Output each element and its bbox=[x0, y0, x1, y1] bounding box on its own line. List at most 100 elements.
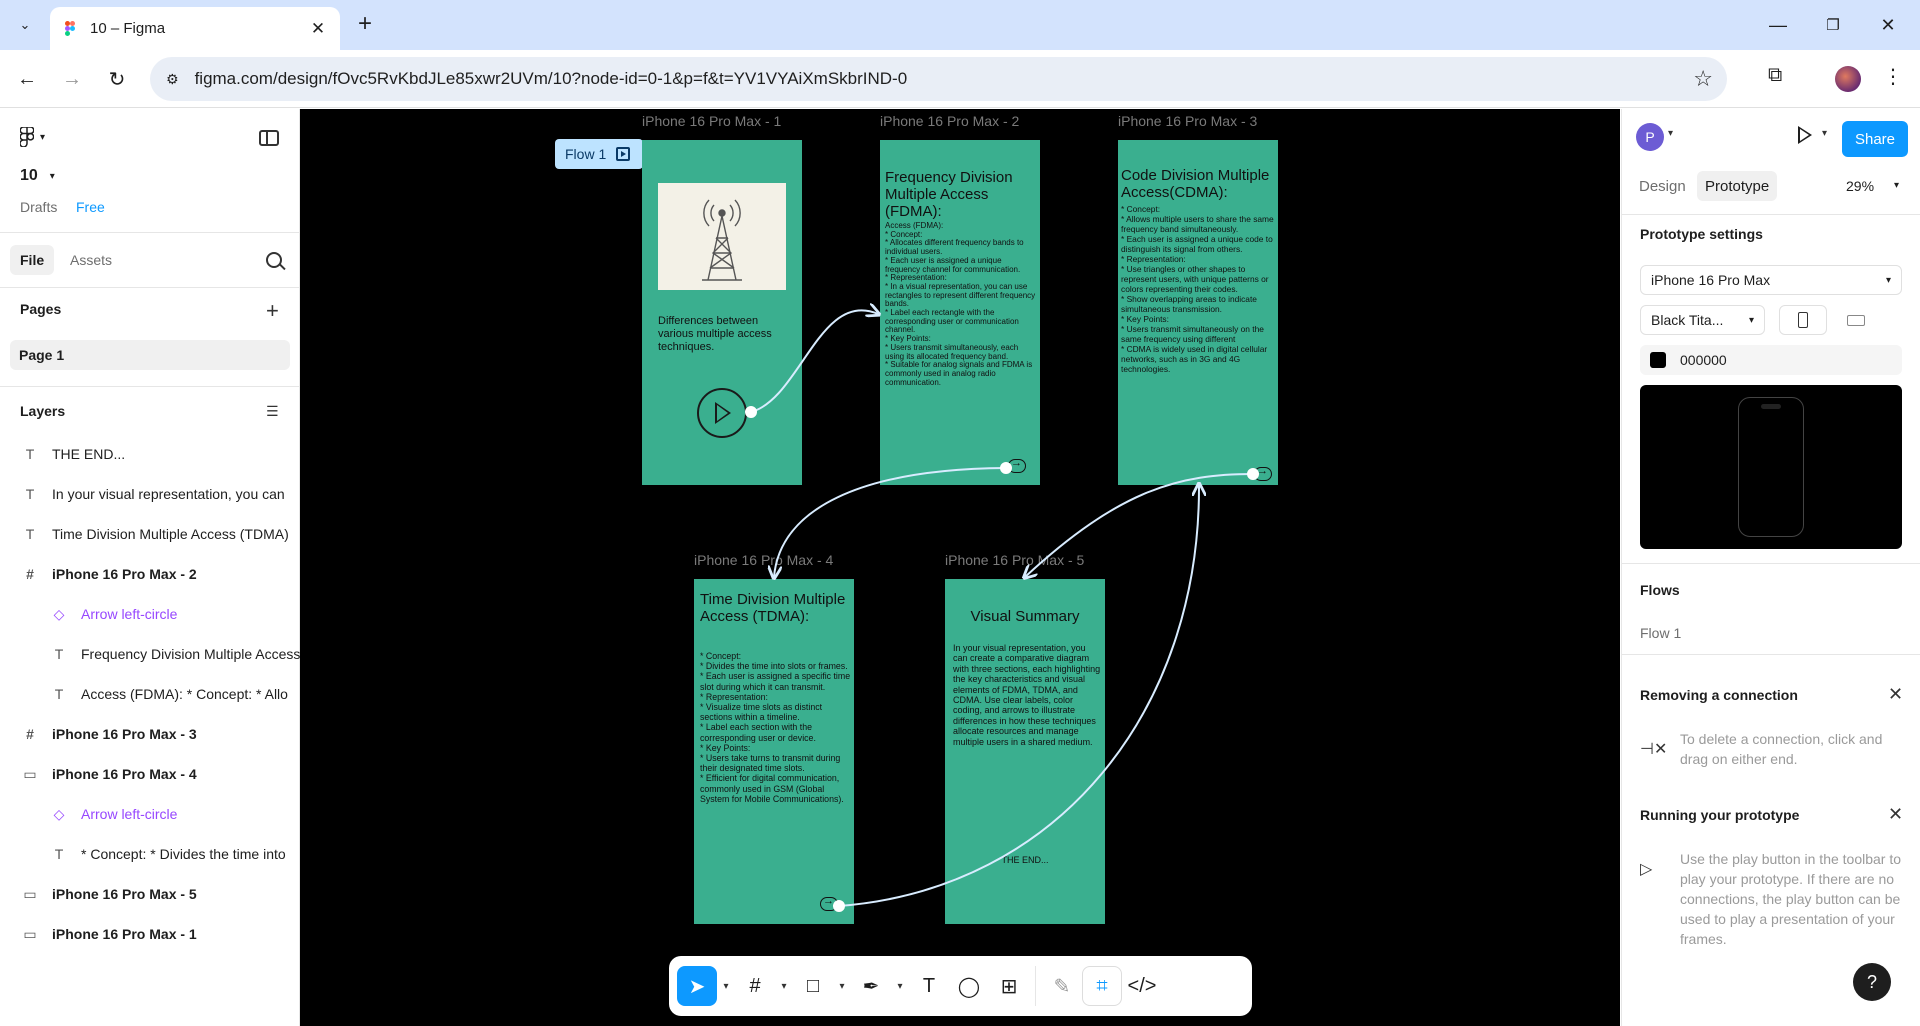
zoom-chevron-icon[interactable]: ▾ bbox=[1894, 180, 1899, 191]
connection-handle[interactable] bbox=[1000, 462, 1012, 474]
connection-handle[interactable] bbox=[745, 406, 757, 418]
close-icon[interactable]: ✕ bbox=[1888, 684, 1903, 705]
zoom-level[interactable]: 29% bbox=[1846, 178, 1874, 194]
tab-design[interactable]: Design bbox=[1631, 171, 1694, 201]
tab-close-icon[interactable]: ✕ bbox=[308, 19, 328, 39]
layer-row[interactable]: T Frequency Division Multiple Access bbox=[0, 636, 300, 672]
design-canvas[interactable]: Flow 1 iPhone 16 Pro Max - 1 Differences… bbox=[300, 109, 1620, 1026]
browser-tab-bar: ⌄ 10 – Figma ✕ + — ❐ ✕ bbox=[0, 0, 1920, 50]
reload-icon[interactable]: ↻ bbox=[102, 64, 132, 94]
layer-label: THE END... bbox=[52, 446, 126, 462]
text-tool-icon[interactable]: T bbox=[909, 966, 949, 1006]
layer-row[interactable]: # iPhone 16 Pro Max - 2 bbox=[0, 556, 300, 592]
layer-row[interactable]: ▭ iPhone 16 Pro Max - 5 bbox=[0, 876, 300, 912]
chevron-down-icon: ▾ bbox=[1885, 274, 1891, 286]
share-button[interactable]: Share bbox=[1842, 121, 1908, 157]
disconnect-icon: ⊣✕ bbox=[1640, 741, 1668, 758]
removing-connection-text: To delete a connection, click and drag o… bbox=[1680, 731, 1883, 767]
device-preview bbox=[1640, 385, 1902, 549]
toggle-sidebar-icon[interactable] bbox=[259, 130, 279, 146]
section-icon: ▭ bbox=[23, 925, 37, 942]
rectangle-tool-icon[interactable]: □ bbox=[793, 966, 833, 1006]
site-settings-icon[interactable]: ⚙ bbox=[166, 71, 179, 88]
landscape-orientation-button[interactable] bbox=[1832, 305, 1880, 335]
url-text[interactable]: figma.com/design/fOvc5RvKbdJLe85xwr2UVm/… bbox=[195, 69, 908, 89]
move-tool-chevron-icon[interactable]: ▾ bbox=[717, 966, 735, 1006]
dev-mode-icon[interactable]: </> bbox=[1122, 966, 1162, 1006]
profile-avatar[interactable] bbox=[1835, 66, 1861, 92]
text-icon: T bbox=[25, 526, 35, 542]
connection-handle[interactable] bbox=[1247, 468, 1259, 480]
plan-badge[interactable]: Free bbox=[76, 199, 105, 215]
layer-row[interactable]: ◇ Arrow left-circle bbox=[0, 596, 300, 632]
color-swatch[interactable] bbox=[1650, 352, 1666, 368]
layer-row[interactable]: ▭ iPhone 16 Pro Max - 1 bbox=[0, 916, 300, 952]
actions-tool-icon[interactable]: ⊞ bbox=[989, 966, 1029, 1006]
search-icon[interactable] bbox=[266, 252, 282, 268]
layer-row[interactable]: ◇ Arrow left-circle bbox=[0, 796, 300, 832]
comment-tool-icon[interactable]: ◯ bbox=[949, 966, 989, 1006]
frame-tool-icon[interactable]: # bbox=[735, 966, 775, 1006]
browser-menu-icon[interactable]: ⋮ bbox=[1883, 64, 1903, 89]
file-name-text: 10 bbox=[20, 167, 38, 184]
move-tool-icon[interactable]: ➤ bbox=[677, 966, 717, 1006]
flow-item[interactable]: Flow 1 bbox=[1640, 625, 1681, 641]
layer-row[interactable]: T Access (FDMA): * Concept: * Allo bbox=[0, 676, 300, 712]
connection-handle[interactable] bbox=[833, 900, 845, 912]
layer-row[interactable]: T THE END... bbox=[0, 436, 300, 472]
file-menu-chevron-icon: ▾ bbox=[49, 170, 55, 182]
help-button[interactable]: ? bbox=[1853, 963, 1891, 1001]
minimize-icon[interactable]: — bbox=[1763, 12, 1793, 38]
layer-row[interactable]: ▭ iPhone 16 Pro Max - 4 bbox=[0, 756, 300, 792]
prototype-mode-icon[interactable]: ⌗ bbox=[1082, 966, 1122, 1006]
connection-1-to-2 bbox=[750, 310, 878, 413]
pen-tool-icon[interactable]: ✒ bbox=[851, 966, 891, 1006]
background-color-field[interactable]: 000000 bbox=[1640, 345, 1902, 375]
prototype-settings-heading: Prototype settings bbox=[1640, 226, 1763, 242]
color-hex[interactable]: 000000 bbox=[1680, 352, 1727, 368]
tab-list-chevron-icon[interactable]: ⌄ bbox=[12, 12, 38, 38]
layer-row[interactable]: T * Concept: * Divides the time into bbox=[0, 836, 300, 872]
layer-row[interactable]: T Time Division Multiple Access (TDMA) bbox=[0, 516, 300, 552]
window-close-icon[interactable]: ✕ bbox=[1873, 12, 1903, 38]
forward-arrow-icon[interactable]: → bbox=[57, 64, 87, 94]
play-icon: ▷ bbox=[1640, 861, 1653, 878]
layer-row[interactable]: T In your visual representation, you can bbox=[0, 476, 300, 512]
address-bar[interactable]: ⚙ figma.com/design/fOvc5RvKbdJLe85xwr2UV… bbox=[150, 57, 1727, 101]
avatar-chevron-icon[interactable]: ▾ bbox=[1668, 128, 1673, 139]
user-avatar[interactable]: P bbox=[1636, 123, 1664, 151]
layer-label: iPhone 16 Pro Max - 1 bbox=[52, 926, 197, 942]
draw-mode-icon[interactable]: ✎ bbox=[1042, 966, 1082, 1006]
layer-label: iPhone 16 Pro Max - 4 bbox=[52, 766, 197, 782]
close-icon[interactable]: ✕ bbox=[1888, 804, 1903, 825]
file-name[interactable]: 10 ▾ bbox=[20, 167, 55, 185]
present-chevron-icon[interactable]: ▾ bbox=[1822, 128, 1827, 139]
page-item[interactable]: Page 1 bbox=[10, 340, 290, 370]
frame-tool-chevron-icon[interactable]: ▾ bbox=[775, 966, 793, 1006]
layer-row[interactable]: # iPhone 16 Pro Max - 3 bbox=[0, 716, 300, 752]
present-play-icon[interactable] bbox=[1798, 126, 1812, 144]
layers-list-icon[interactable]: ☰ bbox=[266, 403, 279, 420]
shape-tool-chevron-icon[interactable]: ▾ bbox=[833, 966, 851, 1006]
divider bbox=[0, 386, 300, 387]
device-select[interactable]: iPhone 16 Pro Max ▾ bbox=[1640, 265, 1902, 295]
bookmark-star-icon[interactable]: ☆ bbox=[1693, 66, 1713, 92]
extensions-puzzle-icon[interactable]: ⧉ bbox=[1768, 64, 1782, 87]
browser-tab[interactable]: 10 – Figma ✕ bbox=[50, 7, 340, 50]
tab-assets[interactable]: Assets bbox=[60, 245, 122, 275]
tab-prototype[interactable]: Prototype bbox=[1697, 171, 1778, 201]
pen-tool-chevron-icon[interactable]: ▾ bbox=[891, 966, 909, 1006]
add-page-plus-icon[interactable]: + bbox=[266, 298, 279, 324]
back-arrow-icon[interactable]: ← bbox=[12, 64, 42, 94]
text-icon: T bbox=[54, 646, 64, 662]
text-icon: T bbox=[54, 846, 64, 862]
main-menu-button[interactable]: ▾ bbox=[19, 126, 45, 148]
restore-icon[interactable]: ❐ bbox=[1818, 12, 1848, 38]
tab-file[interactable]: File bbox=[10, 245, 55, 275]
layers-heading: Layers bbox=[20, 403, 66, 419]
portrait-orientation-button[interactable] bbox=[1779, 305, 1827, 335]
drafts-link[interactable]: Drafts bbox=[20, 199, 57, 215]
new-tab-plus-icon[interactable]: + bbox=[352, 10, 378, 38]
toolbar-divider bbox=[1035, 966, 1036, 1006]
model-select[interactable]: Black Tita... ▾ bbox=[1640, 305, 1765, 335]
